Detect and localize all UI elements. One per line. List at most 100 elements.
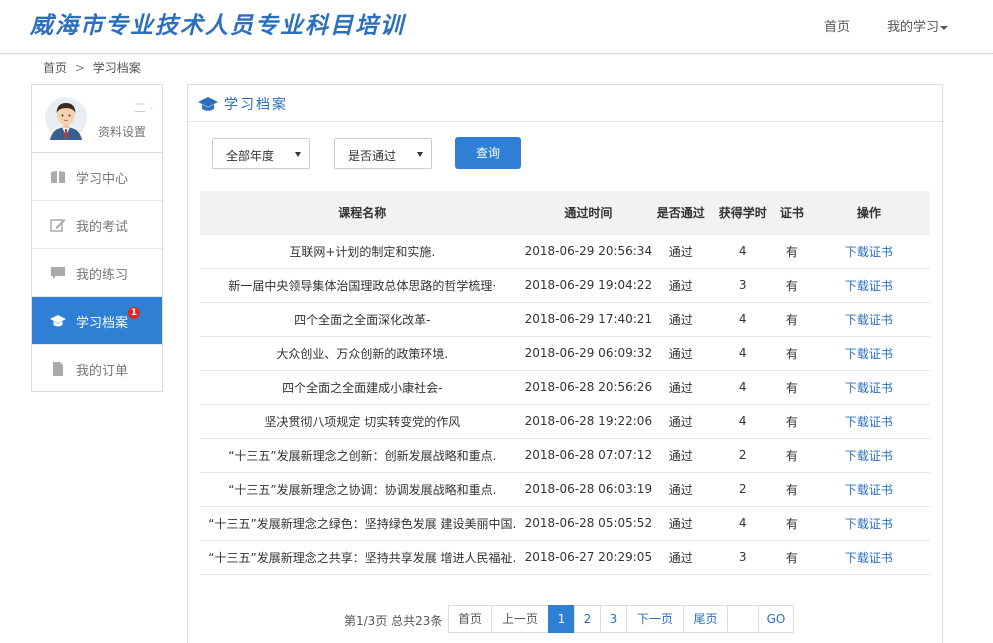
study-hours-cell: 3 (709, 540, 777, 575)
page-jump-input[interactable] (727, 605, 759, 633)
study-hours-cell: 4 (709, 506, 777, 541)
user-profile: 二 · 资料设置 (32, 85, 162, 153)
pass-time-cell: 2018-06-27 20:29:05 (524, 540, 653, 575)
col-header-hours: 获得学时 (709, 191, 777, 234)
pass-time-cell: 2018-06-29 20:56:34 (524, 233, 653, 269)
pass-time-cell: 2018-06-29 06:09:32 (524, 336, 653, 371)
prev-page-button[interactable]: 上一页 (491, 605, 549, 633)
certificate-cell: 有 (776, 472, 808, 507)
nav-my-study-dropdown[interactable]: 我的学习 (887, 16, 949, 35)
breadcrumb-current: 学习档案 (92, 61, 141, 75)
sidebar-item-label: 学习档案 (76, 316, 129, 331)
page-2-button[interactable]: 2 (574, 605, 601, 633)
pass-status-cell: 通过 (652, 540, 710, 575)
query-button[interactable]: 查询 (455, 137, 521, 169)
certificate-cell: 有 (776, 438, 808, 473)
go-button[interactable]: GO (758, 605, 794, 633)
pass-status-cell: 通过 (652, 268, 710, 303)
download-certificate-link[interactable]: 下载证书 (807, 404, 930, 439)
pass-status-cell: 通过 (652, 336, 710, 371)
course-name-cell: “十三五”发展新理念之协调：协调发展战略和重点. (200, 472, 525, 507)
course-name-cell: 互联网+计划的制定和实施. (200, 233, 525, 269)
pass-status-cell: 通过 (652, 438, 710, 473)
document-icon (53, 362, 63, 376)
pass-status-cell: 通过 (652, 506, 710, 541)
panel-header: 学习档案 (188, 85, 942, 122)
breadcrumb-home-link[interactable]: 首页 (43, 61, 67, 75)
dropdown-arrow-icon (417, 152, 423, 157)
avatar[interactable] (44, 96, 88, 140)
last-page-button[interactable]: 尾页 (683, 605, 728, 633)
pass-status-cell: 通过 (652, 404, 710, 439)
download-certificate-link[interactable]: 下载证书 (807, 302, 930, 337)
download-certificate-link[interactable]: 下载证书 (807, 472, 930, 507)
table-header-row: 课程名称 通过时间 是否通过 获得学时 证书 操作 (200, 191, 930, 234)
graduation-cap-icon (50, 315, 66, 327)
page-1-button[interactable]: 1 (548, 605, 575, 633)
pass-status-select[interactable]: 是否通过 (334, 138, 432, 169)
download-certificate-link[interactable]: 下载证书 (807, 540, 930, 575)
sidebar-item-study-center[interactable]: 学习中心 (32, 153, 162, 201)
course-name-cell: 新一届中央领导集体治国理政总体思路的哲学梳理· (200, 268, 525, 303)
table-row: 四个全面之全面建成小康社会- 2018-06-28 20:56:26 通过 4 有下载证… (200, 370, 930, 405)
study-hours-cell: 4 (709, 302, 777, 337)
year-select[interactable]: 全部年度 (212, 138, 310, 169)
study-hours-cell: 3 (709, 268, 777, 303)
pass-status-cell: 通过 (652, 233, 710, 269)
table-row: “十三五”发展新理念之创新：创新发展战略和重点. 2018-06-28 07:07… (200, 438, 930, 473)
sidebar-item-label: 学习中心 (76, 172, 129, 187)
pass-status-cell: 通过 (652, 302, 710, 337)
pass-time-cell: 2018-06-28 19:22:06 (524, 404, 653, 439)
breadcrumb-separator: > (74, 61, 85, 75)
records-panel: 学习档案 全部年度 是否通过 查询 课程名称 通过时间 是否通过 获得学时 证书… (187, 84, 943, 643)
table-row: 四个全面之全面深化改革- 2018-06-29 17:40:21 通过 4 有下载证书 (200, 302, 930, 337)
profile-settings-link[interactable]: 资料设置 (98, 123, 146, 140)
nav-home-link[interactable]: 首页 (824, 16, 850, 35)
course-name-cell: 坚决贯彻八项规定 切实转变党的作风 (200, 404, 525, 439)
download-certificate-link[interactable]: 下载证书 (807, 438, 930, 473)
pass-time-cell: 2018-06-29 17:40:21 (524, 302, 653, 337)
download-certificate-link[interactable]: 下载证书 (807, 268, 930, 303)
pass-time-cell: 2018-06-29 19:04:22 (524, 268, 653, 303)
certificate-cell: 有 (776, 370, 808, 405)
table-row: 新一届中央领导集体治国理政总体思路的哲学梳理· 2018-06-29 19:04:… (200, 268, 930, 303)
study-hours-cell: 4 (709, 336, 777, 371)
sidebar-item-my-orders[interactable]: 我的订单 (32, 345, 162, 393)
sidebar-item-study-records[interactable]: 学习档案 1 (32, 297, 162, 345)
download-certificate-link[interactable]: 下载证书 (807, 336, 930, 371)
col-header-pass-time: 通过时间 (524, 191, 653, 234)
course-name-cell: “十三五”发展新理念之共享：坚持共享发展 增进人民福祉. (200, 540, 525, 575)
sidebar: 二 · 资料设置 学习中心 我的考试 我的练习 学习档案 1 我的订单 (31, 84, 163, 392)
study-hours-cell: 4 (709, 404, 777, 439)
table-row: 大众创业、万众创新的政策环境. 2018-06-29 06:09:32 通过 4 有下载… (200, 336, 930, 371)
sidebar-item-my-exams[interactable]: 我的考试 (32, 201, 162, 249)
course-name-cell: 大众创业、万众创新的政策环境. (200, 336, 525, 371)
table-row: 坚决贯彻八项规定 切实转变党的作风 2018-06-28 19:22:06 通过 4 有… (200, 404, 930, 439)
download-certificate-link[interactable]: 下载证书 (807, 233, 930, 269)
first-page-button[interactable]: 首页 (448, 605, 492, 633)
chevron-down-icon (940, 25, 949, 30)
breadcrumb: 首页 > 学习档案 (43, 59, 141, 76)
study-hours-cell: 2 (709, 438, 777, 473)
sidebar-item-label: 我的练习 (76, 268, 129, 283)
records-table: 课程名称 通过时间 是否通过 获得学时 证书 操作 互联网+计划的制定和实施. 2… (200, 191, 930, 575)
site-logo[interactable]: 威海市专业技术人员专业科目培训 (30, 6, 405, 40)
next-page-button[interactable]: 下一页 (626, 605, 684, 633)
page-3-button[interactable]: 3 (600, 605, 627, 633)
download-certificate-link[interactable]: 下载证书 (807, 506, 930, 541)
course-name-cell: 四个全面之全面深化改革- (200, 302, 525, 337)
pagination-info: 第1/3页 总共23条 (344, 614, 443, 628)
table-row: “十三五”发展新理念之绿色：坚持绿色发展 建设美丽中国. 2018-06-28 0… (200, 506, 930, 541)
pass-time-cell: 2018-06-28 06:03:19 (524, 472, 653, 507)
course-name-cell: 四个全面之全面建成小康社会- (200, 370, 525, 405)
book-icon (51, 171, 65, 183)
table-row: “十三五”发展新理念之协调：协调发展战略和重点. 2018-06-28 06:03… (200, 472, 930, 507)
dropdown-arrow-icon (295, 152, 301, 157)
pass-time-cell: 2018-06-28 05:05:52 (524, 506, 653, 541)
download-certificate-link[interactable]: 下载证书 (807, 370, 930, 405)
sidebar-item-label: 我的订单 (76, 364, 129, 379)
pass-select-value: 是否通过 (348, 149, 397, 163)
sidebar-item-my-practice[interactable]: 我的练习 (32, 249, 162, 297)
pass-status-cell: 通过 (652, 472, 710, 507)
certificate-cell: 有 (776, 302, 808, 337)
